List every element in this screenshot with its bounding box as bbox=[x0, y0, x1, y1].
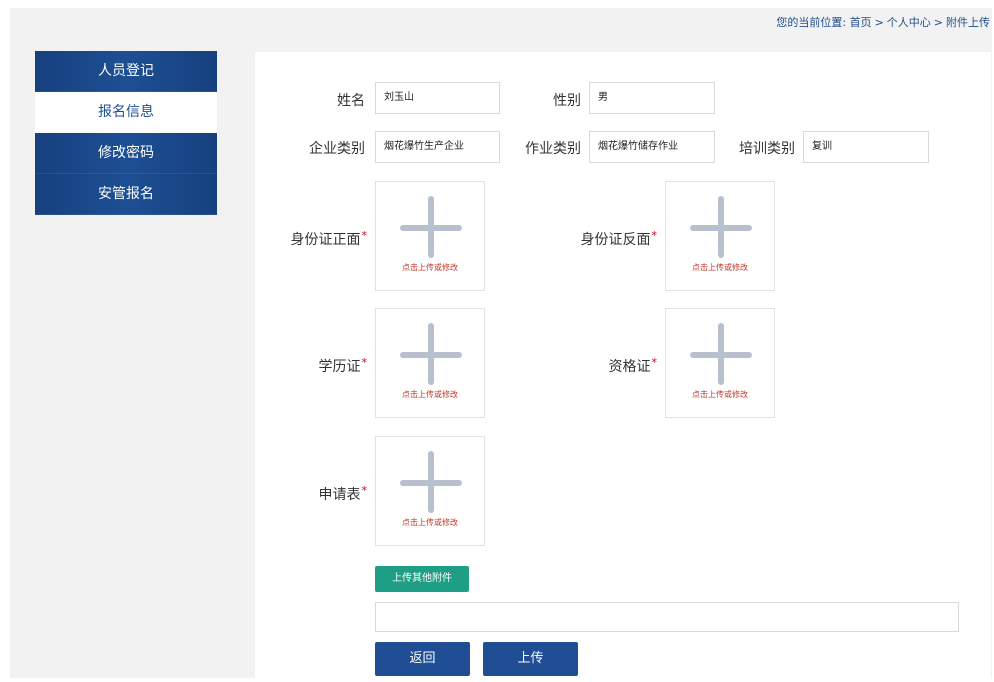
breadcrumb-separator: > bbox=[933, 16, 943, 29]
gender-field[interactable]: 男 bbox=[589, 82, 715, 114]
education-label-text: 学历证 bbox=[318, 359, 361, 375]
required-mark: * bbox=[361, 484, 368, 497]
breadcrumb-current: 附件上传 bbox=[946, 16, 990, 29]
qualification-label: 资格证* bbox=[565, 356, 658, 376]
sidebar-item-registration[interactable]: 人员登记 bbox=[35, 51, 217, 92]
back-button[interactable]: 返回 bbox=[375, 642, 470, 676]
plus-icon bbox=[718, 323, 724, 385]
required-mark: * bbox=[651, 229, 658, 242]
sidebar: 人员登记 报名信息 修改密码 安管报名 bbox=[35, 51, 217, 215]
required-mark: * bbox=[361, 229, 368, 242]
id-back-label: 身份证反面* bbox=[565, 229, 658, 249]
id-back-upload[interactable]: 点击上传或修改 bbox=[665, 181, 775, 291]
plus-icon bbox=[428, 451, 434, 513]
required-mark: * bbox=[361, 356, 368, 369]
upload-hint: 点击上传或修改 bbox=[402, 518, 458, 527]
training-type-field[interactable]: 复训 bbox=[803, 131, 929, 163]
upload-other-attachments-button[interactable]: 上传其他附件 bbox=[375, 566, 469, 592]
plus-icon bbox=[428, 323, 434, 385]
education-upload[interactable]: 点击上传或修改 bbox=[375, 308, 485, 418]
work-type-field[interactable]: 烟花爆竹储存作业 bbox=[589, 131, 715, 163]
breadcrumb: 您的当前位置: 首页 > 个人中心 > 附件上传 bbox=[776, 14, 990, 30]
name-label: 姓名 bbox=[337, 93, 365, 109]
id-front-label: 身份证正面* bbox=[275, 229, 368, 249]
name-field[interactable]: 刘玉山 bbox=[375, 82, 500, 114]
upload-hint: 点击上传或修改 bbox=[402, 390, 458, 399]
upload-hint: 点击上传或修改 bbox=[692, 263, 748, 272]
id-back-label-text: 身份证反面 bbox=[580, 232, 651, 248]
education-label: 学历证* bbox=[275, 356, 368, 376]
company-type-label: 企业类别 bbox=[309, 141, 365, 157]
qualification-label-text: 资格证 bbox=[608, 359, 651, 375]
main-content: 姓名 刘玉山 性别 男 企业类别 烟花爆竹生产企业 作业类别 烟花爆竹储存作业 … bbox=[255, 52, 991, 678]
work-type-label: 作业类别 bbox=[525, 141, 581, 157]
application-label: 申请表* bbox=[275, 484, 368, 504]
plus-icon bbox=[718, 196, 724, 258]
sidebar-item-signup-info[interactable]: 报名信息 bbox=[35, 92, 217, 133]
breadcrumb-personal-center-link[interactable]: 个人中心 bbox=[887, 16, 931, 29]
company-type-field[interactable]: 烟花爆竹生产企业 bbox=[375, 131, 500, 163]
qualification-upload[interactable]: 点击上传或修改 bbox=[665, 308, 775, 418]
id-front-upload[interactable]: 点击上传或修改 bbox=[375, 181, 485, 291]
breadcrumb-prefix: 您的当前位置: bbox=[776, 16, 847, 29]
required-mark: * bbox=[651, 356, 658, 369]
breadcrumb-home-link[interactable]: 首页 bbox=[850, 16, 872, 29]
training-type-label: 培训类别 bbox=[739, 141, 795, 157]
id-front-label-text: 身份证正面 bbox=[290, 232, 361, 248]
upload-hint: 点击上传或修改 bbox=[402, 263, 458, 272]
gender-label: 性别 bbox=[553, 93, 581, 109]
sidebar-item-safety-signup[interactable]: 安管报名 bbox=[35, 174, 217, 215]
breadcrumb-separator: > bbox=[874, 16, 884, 29]
upload-hint: 点击上传或修改 bbox=[692, 390, 748, 399]
sidebar-item-change-password[interactable]: 修改密码 bbox=[35, 133, 217, 174]
other-attachments-field[interactable] bbox=[375, 602, 959, 632]
plus-icon bbox=[428, 196, 434, 258]
application-upload[interactable]: 点击上传或修改 bbox=[375, 436, 485, 546]
application-label-text: 申请表 bbox=[318, 487, 361, 503]
upload-button[interactable]: 上传 bbox=[483, 642, 578, 676]
